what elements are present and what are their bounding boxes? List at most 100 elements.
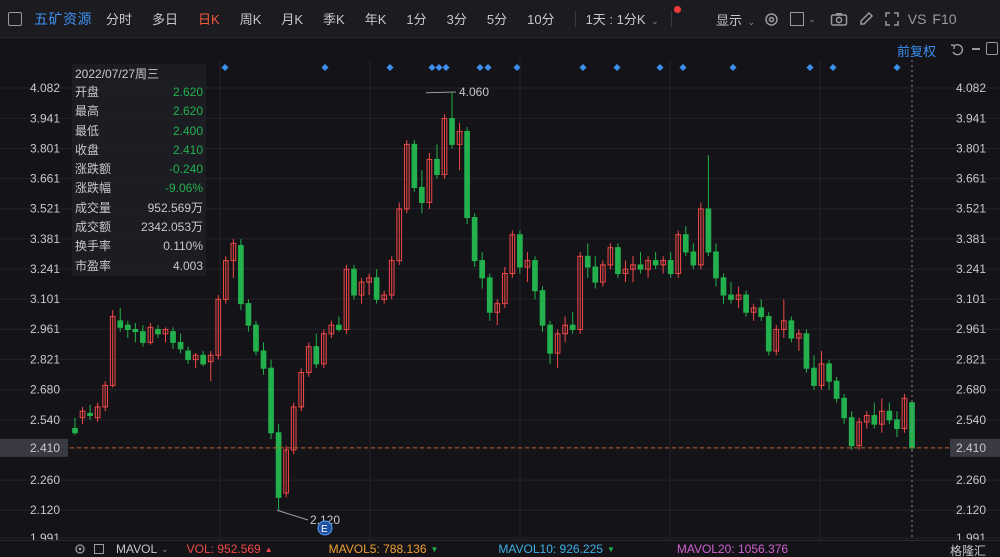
y-tick-right: 3.521 xyxy=(956,202,986,216)
candle-body xyxy=(185,350,191,361)
tab-period[interactable]: 季K xyxy=(323,9,345,28)
more-period-label: 1天 : 1分K xyxy=(585,12,646,27)
y-tick-right: 3.381 xyxy=(956,232,986,246)
candle-body xyxy=(713,251,719,279)
event-e-label: E xyxy=(321,524,328,535)
tab-period[interactable]: 周K xyxy=(240,9,262,28)
candle-body xyxy=(275,432,282,498)
stock-kline-app: { "header": { "stock_name": "五矿资源", "per… xyxy=(0,0,1000,557)
y-tick-left: 3.661 xyxy=(30,172,60,186)
high-pointer xyxy=(425,91,457,94)
pencil-icon[interactable] xyxy=(858,11,874,27)
candle-body xyxy=(833,380,840,399)
tab-period[interactable]: 5分 xyxy=(487,9,507,28)
toolbar-divider xyxy=(670,10,672,27)
candle-body xyxy=(411,143,418,188)
y-tick-right: 1.991 xyxy=(956,531,986,540)
info-key: 开盘 xyxy=(75,85,100,99)
tab-period[interactable]: 1分 xyxy=(406,9,426,28)
more-period-dropdown[interactable]: 1天 : 1分K ⌄ xyxy=(586,9,659,28)
fullscreen-icon[interactable] xyxy=(884,11,900,27)
y-tick-left: 2.260 xyxy=(30,473,60,487)
info-key: 收盘 xyxy=(75,142,100,157)
y-tick-left: 2.821 xyxy=(30,352,60,366)
info-row: 开盘 2.620 xyxy=(75,83,203,102)
mavol-label[interactable]: MAVOL xyxy=(116,542,157,556)
y-tick-left: 2.680 xyxy=(30,383,60,397)
chevron-down-icon[interactable]: ⌄ xyxy=(161,544,169,555)
y-tick-left: 1.991 xyxy=(30,531,60,540)
candle-body xyxy=(449,118,455,145)
chevron-down-icon: ⌄ xyxy=(747,16,756,27)
chevron-down-icon[interactable]: ⌄ xyxy=(808,14,816,25)
tab-period[interactable]: 分时 xyxy=(106,9,132,28)
info-value: 0.110% xyxy=(163,239,203,254)
info-row: 市盈率 4.003 xyxy=(75,257,203,276)
candle-body xyxy=(177,341,184,350)
y-tick-right: 2.410 xyxy=(956,441,986,455)
info-key: 市盈率 xyxy=(75,258,112,273)
event-marker xyxy=(484,63,492,72)
info-key: 涨跌额 xyxy=(75,162,112,177)
checkbox-icon[interactable] xyxy=(790,12,805,26)
y-tick-left: 2.540 xyxy=(30,413,60,427)
y-tick-right: 3.101 xyxy=(956,292,986,306)
stock-name[interactable]: 五矿资源 xyxy=(34,9,92,29)
volume-indicator-bar: MAVOL ⌄ VOL: 952.569 ▲ MAVOL5: 788.136 ▼… xyxy=(0,540,1000,557)
down-arrow-icon: ▼ xyxy=(606,544,615,554)
f10-button[interactable]: F10 xyxy=(932,11,956,27)
info-value: 2.410 xyxy=(172,142,203,157)
candle-body xyxy=(532,260,538,292)
info-row: 涨跌幅 -9.06% xyxy=(75,179,203,198)
candle-body xyxy=(720,277,727,296)
tab-period[interactable]: 月K xyxy=(281,9,303,28)
y-tick-right: 3.661 xyxy=(956,172,986,186)
candle-body xyxy=(155,328,161,335)
info-row: 成交量 952.569万 xyxy=(75,199,203,218)
event-marker xyxy=(435,63,443,72)
tab-period[interactable]: 多日 xyxy=(152,9,178,28)
candle-body xyxy=(682,234,689,253)
info-row: 收盘 2.410 xyxy=(75,141,203,160)
candle-body xyxy=(117,320,124,328)
panel-icon[interactable] xyxy=(986,42,998,55)
display-dropdown[interactable]: 显示 ⌄ xyxy=(716,10,755,29)
expand-icon[interactable] xyxy=(94,544,104,554)
candle-body xyxy=(584,255,591,268)
info-value: -9.06% xyxy=(164,181,203,196)
tab-period[interactable]: 年K xyxy=(365,9,387,28)
candle-body xyxy=(886,410,893,421)
event-marker xyxy=(513,63,521,72)
undo-icon[interactable] xyxy=(950,42,964,56)
candle-body xyxy=(87,412,93,417)
tab-period[interactable]: 10分 xyxy=(527,9,554,28)
y-tick-left: 3.521 xyxy=(30,202,60,216)
candle-body xyxy=(841,397,847,419)
candle-body xyxy=(826,363,832,382)
vol-value: VOL: 952.569 xyxy=(186,542,261,556)
candle-body xyxy=(419,186,425,203)
info-value: -0.240 xyxy=(168,162,203,177)
tab-period[interactable]: 3分 xyxy=(447,9,467,28)
mavol5-value: MAVOL5: 788.136 xyxy=(328,542,427,556)
info-value: 2.400 xyxy=(172,123,203,138)
event-marker xyxy=(829,63,837,72)
candle-body xyxy=(871,415,878,425)
candle-body xyxy=(313,346,320,365)
adjust-mode-button[interactable]: 前复权 xyxy=(897,41,936,60)
candle-body xyxy=(140,331,146,343)
zoom-out-icon[interactable] xyxy=(972,48,980,50)
candle-body xyxy=(758,307,765,318)
info-key: 成交额 xyxy=(75,220,112,235)
camera-icon[interactable] xyxy=(830,11,848,27)
settings-icon[interactable] xyxy=(763,11,780,28)
y-tick-right: 2.680 xyxy=(956,383,986,397)
vs-button[interactable]: VS xyxy=(908,11,927,27)
info-date: 2022/07/27周三 xyxy=(75,67,160,81)
tab-period[interactable]: 日K xyxy=(198,9,220,28)
top-toolbar: 五矿资源 分时 多日 日K 周K 月K 季K 年K 1分 3分 5分 10分 1天 : 1分K ⌄ … xyxy=(0,0,1000,38)
y-tick-right: 2.540 xyxy=(956,413,986,427)
home-icon[interactable] xyxy=(8,12,22,26)
settings-icon[interactable] xyxy=(74,543,86,555)
down-arrow-icon: ▼ xyxy=(430,544,439,554)
